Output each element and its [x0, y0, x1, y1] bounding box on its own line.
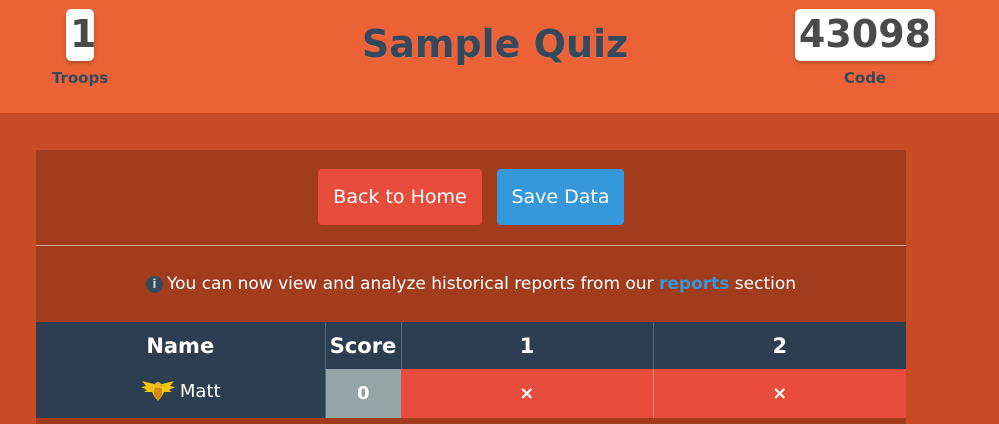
page-title: Sample Quiz — [361, 22, 629, 66]
reports-notice: i You can now view and analyze historical… — [36, 272, 906, 296]
eagle-icon — [140, 379, 176, 408]
column-header-question-1: 1 — [401, 322, 654, 369]
player-score-cell: 0 — [325, 369, 401, 418]
player-name: Matt — [179, 381, 221, 402]
incorrect-icon: × — [519, 383, 535, 404]
back-to-home-button[interactable]: Back to Home — [318, 169, 482, 225]
results-table: Name Score 1 2 Matt 0 × × — [36, 322, 906, 418]
table-header-row: Name Score 1 2 — [36, 322, 906, 369]
notice-text-after: section — [734, 274, 797, 294]
column-header-question-2: 2 — [653, 322, 906, 369]
info-icon: i — [145, 276, 163, 293]
player-name-cell: Matt — [36, 369, 326, 418]
troops-count: 1 — [66, 9, 96, 61]
quiz-code: 43098 — [794, 9, 936, 61]
header-bar: 1 Troops Sample Quiz 43098 Code — [0, 0, 999, 113]
column-header-score: Score — [325, 322, 402, 369]
reports-link[interactable]: reports — [659, 274, 729, 294]
incorrect-icon: × — [772, 383, 788, 404]
code-stat: 43098 Code — [790, 9, 940, 87]
action-buttons: Back to Home Save Data — [36, 169, 906, 225]
column-header-name: Name — [36, 322, 326, 369]
answer-cell-question-1: × — [401, 369, 653, 418]
divider — [36, 245, 906, 246]
troops-label: Troops — [51, 69, 109, 87]
results-panel: Back to Home Save Data i You can now view… — [36, 150, 906, 424]
code-label: Code — [843, 69, 887, 87]
answer-cell-question-2: × — [652, 369, 906, 418]
table-row: Matt 0 × × — [36, 369, 906, 418]
troops-stat: 1 Troops — [40, 9, 120, 87]
save-data-button[interactable]: Save Data — [497, 169, 624, 225]
notice-text-before: You can now view and analyze historical … — [166, 274, 654, 294]
